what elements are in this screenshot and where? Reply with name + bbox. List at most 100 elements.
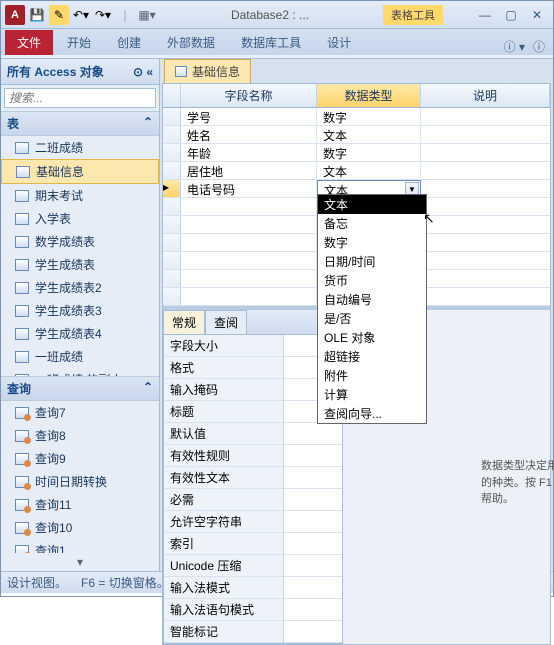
nav-query-item[interactable]: 查询10 (1, 516, 159, 539)
cell-fieldname[interactable]: 学号 (181, 108, 317, 125)
maximize-icon[interactable]: ▢ (499, 7, 523, 23)
nav-table-item[interactable]: 学生成绩表2 (1, 276, 159, 299)
tab-home[interactable]: 开始 (55, 30, 103, 55)
cell-fieldname[interactable] (181, 198, 317, 215)
nav-query-item[interactable]: 查询7 (1, 401, 159, 424)
group-tables[interactable]: 表⌃ (1, 111, 159, 136)
row-selector[interactable] (163, 108, 181, 125)
save-icon[interactable]: 💾 (27, 5, 47, 25)
cell-desc[interactable] (421, 144, 550, 161)
window-title: Database2 : ... (157, 8, 383, 22)
cell-fieldname[interactable] (181, 252, 317, 269)
table-icon (15, 142, 29, 154)
prop-label: 默认值 (164, 423, 284, 444)
cell-fieldname[interactable]: 年龄 (181, 144, 317, 161)
row-selector[interactable] (163, 162, 181, 179)
cell-desc[interactable] (421, 126, 550, 143)
cell-fieldname[interactable]: 姓名 (181, 126, 317, 143)
nav-table-item[interactable]: 入学表 (1, 207, 159, 230)
nav-table-item[interactable]: 一班成绩 (1, 345, 159, 368)
dropdown-option[interactable]: OLE 对象 (318, 328, 426, 347)
cell-fieldname[interactable] (181, 288, 317, 305)
col-datatype[interactable]: 数据类型 (317, 84, 421, 107)
grid-corner[interactable] (163, 84, 181, 107)
nav-table-item[interactable]: 二班成绩 (1, 136, 159, 159)
cell-fieldname[interactable]: 电话号码 (181, 180, 317, 197)
row-selector[interactable] (163, 252, 181, 269)
row-selector[interactable]: ▸ (163, 180, 181, 197)
minimize-icon[interactable]: — (473, 7, 497, 23)
dropdown-option[interactable]: 计算 (318, 385, 426, 404)
nav-table-item[interactable]: 期末考试 (1, 184, 159, 207)
dropdown-option[interactable]: 货币 (318, 271, 426, 290)
cell-desc[interactable] (421, 216, 550, 233)
dropdown-option[interactable]: 自动编号 (318, 290, 426, 309)
cell-desc[interactable] (421, 162, 550, 179)
nav-scroll-down[interactable]: ▾ (1, 553, 159, 571)
nav-table-item[interactable]: 学生成绩表 (1, 253, 159, 276)
dropdown-option[interactable]: 是/否 (318, 309, 426, 328)
navpane-collapse-icon[interactable]: ⊙ « (133, 65, 153, 79)
cell-desc[interactable] (421, 234, 550, 251)
tab-dbtools[interactable]: 数据库工具 (229, 30, 313, 55)
dropdown-option[interactable]: 文本 (318, 195, 426, 214)
cell-desc[interactable] (421, 288, 550, 305)
cell-desc[interactable] (421, 180, 550, 197)
navpane-search[interactable] (4, 88, 156, 108)
cell-datatype[interactable]: 数字 (317, 108, 421, 125)
group-queries[interactable]: 查询⌃ (1, 376, 159, 401)
row-selector[interactable] (163, 198, 181, 215)
cell-fieldname[interactable] (181, 270, 317, 287)
dropdown-option[interactable]: 附件 (318, 366, 426, 385)
col-desc[interactable]: 说明 (421, 84, 550, 107)
datatype-dropdown[interactable]: 文本备忘数字日期/时间货币自动编号是/否OLE 对象超链接附件计算查阅向导... (317, 194, 427, 424)
tab-design[interactable]: 设计 (315, 30, 363, 55)
proptab-lookup[interactable]: 查阅 (205, 310, 247, 334)
close-icon[interactable]: ✕ (525, 7, 549, 23)
nav-table-item[interactable]: 学生成绩表4 (1, 322, 159, 345)
qat-icon[interactable]: ✎ (49, 5, 69, 25)
row-selector[interactable] (163, 288, 181, 305)
redo-icon[interactable]: ↷▾ (93, 5, 113, 25)
nav-table-item[interactable]: 基础信息 (1, 159, 159, 184)
help2-icon[interactable]: ⓘ (533, 38, 545, 55)
row-selector[interactable] (163, 144, 181, 161)
cell-desc[interactable] (421, 270, 550, 287)
nav-table-item[interactable]: 学生成绩表3 (1, 299, 159, 322)
worktab-basicinfo[interactable]: 基础信息 (164, 59, 251, 83)
nav-table-item[interactable]: 一班成绩 的副本 (1, 368, 159, 376)
row-selector[interactable] (163, 270, 181, 287)
dropdown-option[interactable]: 查阅向导... (318, 404, 426, 423)
cell-desc[interactable] (421, 108, 550, 125)
cell-datatype[interactable]: 文本 (317, 126, 421, 143)
nav-table-item[interactable]: 数学成绩表 (1, 230, 159, 253)
nav-query-item[interactable]: 时间日期转换 (1, 470, 159, 493)
proptab-general[interactable]: 常规 (163, 310, 205, 334)
cell-datatype[interactable]: 数字 (317, 144, 421, 161)
cell-fieldname[interactable]: 居住地 (181, 162, 317, 179)
cell-fieldname[interactable] (181, 216, 317, 233)
nav-query-item[interactable]: 查询9 (1, 447, 159, 470)
nav-query-item[interactable]: 查询1 (1, 539, 159, 553)
dropdown-option[interactable]: 日期/时间 (318, 252, 426, 271)
dropdown-option[interactable]: 备忘 (318, 214, 426, 233)
undo-icon[interactable]: ↶▾ (71, 5, 91, 25)
navpane-header[interactable]: 所有 Access 对象 ⊙ « (1, 59, 159, 85)
nav-query-item[interactable]: 查询8 (1, 424, 159, 447)
dropdown-option[interactable]: 超链接 (318, 347, 426, 366)
dropdown-option[interactable]: 数字 (318, 233, 426, 252)
nav-query-item[interactable]: 查询11 (1, 493, 159, 516)
col-fieldname[interactable]: 字段名称 (181, 84, 317, 107)
table-icon[interactable]: ▦▾ (137, 5, 157, 25)
row-selector[interactable] (163, 234, 181, 251)
cell-desc[interactable] (421, 252, 550, 269)
cell-fieldname[interactable] (181, 234, 317, 251)
tab-file[interactable]: 文件 (5, 30, 53, 55)
cell-datatype[interactable]: 文本 (317, 162, 421, 179)
cell-desc[interactable] (421, 198, 550, 215)
row-selector[interactable] (163, 126, 181, 143)
row-selector[interactable] (163, 216, 181, 233)
help-icon[interactable]: ⓘ ▾ (504, 38, 525, 55)
tab-external[interactable]: 外部数据 (155, 30, 227, 55)
tab-create[interactable]: 创建 (105, 30, 153, 55)
